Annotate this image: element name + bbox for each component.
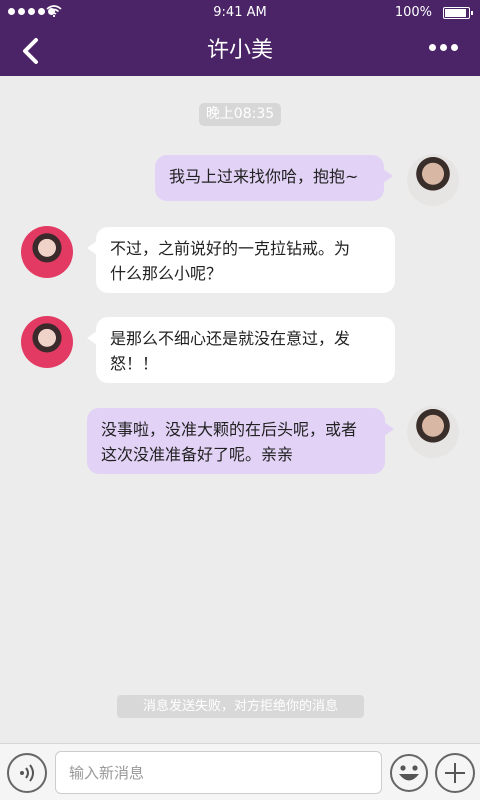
- message-text: 什么那么小呢？: [110, 264, 223, 283]
- message-input[interactable]: [55, 751, 382, 794]
- nav-header: 9:41 AM 100% 许小美: [0, 0, 480, 76]
- plus-icon[interactable]: [435, 753, 475, 793]
- message-text: 不过，之前说好的一克拉钻戒。为: [110, 239, 351, 258]
- voice-icon[interactable]: [7, 753, 47, 793]
- chat-title: 许小美: [206, 38, 273, 63]
- contact-avatar[interactable]: [21, 226, 73, 278]
- message-text: 我马上过来找你哈，抱抱~: [169, 167, 359, 186]
- status-bar: 9:41 AM 100%: [0, 0, 480, 26]
- send-failed-notice: 消息发送失败，对方拒绝你的消息: [117, 695, 364, 718]
- more-icon[interactable]: [429, 44, 458, 51]
- battery-icon: [443, 7, 473, 19]
- message-bubble: 没事啦，没准大颗的在后头呢，或者 这次没准准备好了呢。亲亲: [87, 408, 394, 474]
- emoji-icon[interactable]: [389, 753, 429, 793]
- message-text: 怒！！: [110, 354, 159, 373]
- input-bar: [0, 743, 480, 800]
- message-bubble: 不过，之前说好的一克拉钻戒。为 什么那么小呢？: [87, 227, 395, 293]
- battery-percent: 100%: [394, 5, 432, 20]
- voice-waves-icon: [20, 764, 34, 782]
- my-avatar[interactable]: [407, 154, 459, 206]
- contact-avatar[interactable]: [21, 316, 73, 368]
- message-bubble: 是那么不细心还是就没在意过，发 怒！！: [87, 317, 395, 383]
- message-text: 没事啦，没准大颗的在后头呢，或者: [101, 420, 358, 439]
- message-text: 是那么不细心还是就没在意过，发: [110, 329, 351, 348]
- my-avatar[interactable]: [407, 406, 459, 458]
- time-divider: 晚上08:35: [199, 103, 281, 126]
- message-bubble: 我马上过来找你哈，抱抱~: [155, 155, 393, 201]
- message-text: 这次没准准备好了呢。亲亲: [101, 445, 294, 464]
